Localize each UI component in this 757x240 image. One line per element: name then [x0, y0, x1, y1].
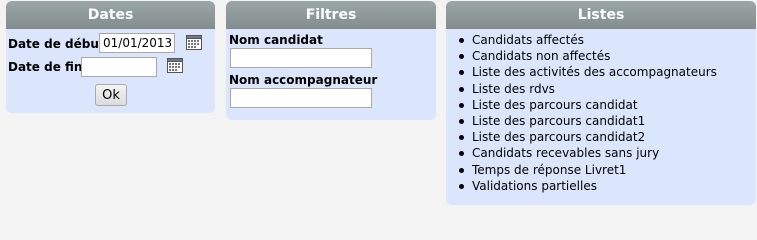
list-item[interactable]: Liste des parcours candidat — [459, 97, 717, 113]
list-item[interactable]: Liste des parcours candidat2 — [459, 129, 717, 145]
filtres-panel: Filtres Nom candidat Nom accompagnateur — [226, 1, 436, 120]
end-date-input[interactable] — [81, 57, 157, 77]
companion-name-input[interactable] — [230, 88, 372, 108]
reports-list: Candidats affectés Candidats non affecté… — [459, 32, 717, 194]
list-item[interactable]: Liste des parcours candidat1 — [459, 113, 717, 129]
listes-header: Listes — [446, 1, 756, 29]
list-item[interactable]: Temps de réponse Livret1 — [459, 162, 717, 178]
calendar-icon[interactable] — [186, 34, 202, 50]
start-date-label: Date de début — [8, 37, 105, 51]
list-item[interactable]: Candidats affectés — [459, 32, 717, 48]
ok-button[interactable]: Ok — [95, 84, 127, 106]
list-item[interactable]: Candidats non affectés — [459, 48, 717, 64]
calendar-icon[interactable] — [167, 57, 183, 73]
list-item[interactable]: Liste des activités des accompagnateurs — [459, 64, 717, 80]
list-item[interactable]: Candidats recevables sans jury — [459, 145, 717, 161]
end-date-label: Date de fin — [8, 60, 83, 74]
candidate-name-input[interactable] — [230, 48, 372, 68]
listes-panel: Listes Candidats affectés Candidats non … — [446, 1, 756, 205]
filtres-header: Filtres — [226, 1, 436, 29]
candidate-name-label: Nom candidat — [229, 33, 323, 47]
dates-panel: Dates Date de début Date de fin Ok — [6, 1, 215, 113]
list-item[interactable]: Liste des rdvs — [459, 81, 717, 97]
list-item[interactable]: Validations partielles — [459, 178, 717, 194]
companion-name-label: Nom accompagnateur — [229, 73, 378, 87]
start-date-input[interactable] — [99, 33, 175, 53]
dates-header: Dates — [6, 1, 215, 29]
